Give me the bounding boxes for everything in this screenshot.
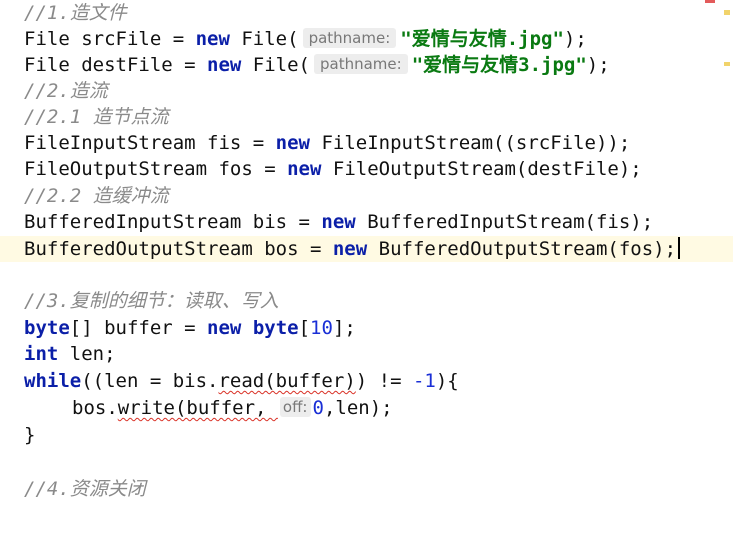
number-literal: -1 — [412, 370, 436, 392]
code-line-6[interactable]: FileInputStream fis = new FileInputStrea… — [0, 130, 733, 156]
comment: //3.复制的细节：读取、写入 — [24, 290, 279, 312]
code-text: ((len = bis. — [81, 370, 219, 392]
code-text: } — [24, 424, 36, 446]
keyword: new — [275, 132, 310, 154]
code-text: FileOutputStream fos = — [24, 158, 288, 180]
keyword: new — [207, 54, 242, 76]
code-line-15[interactable]: while((len = bis.read(buffer)) != -1){ — [0, 368, 733, 394]
code-text: [] buffer = — [69, 317, 208, 339]
code-text: len; — [58, 343, 116, 365]
code-text: ) != — [355, 370, 413, 392]
number-literal: 10 — [310, 317, 333, 339]
code-line-13[interactable]: byte[] buffer = new byte[10]; — [0, 315, 733, 341]
keyword: byte — [24, 317, 70, 339]
keyword: new — [321, 211, 356, 233]
keyword: while — [24, 370, 82, 392]
code-text: ); — [586, 54, 610, 76]
warning-underlined-code[interactable]: write(buffer, — [118, 397, 278, 419]
code-line-4[interactable]: //2.造流 — [0, 78, 733, 104]
keyword: new — [287, 158, 322, 180]
code-text: ,len); — [323, 397, 393, 419]
warning-stripe-marker[interactable] — [724, 10, 730, 15]
parameter-hint: pathname: — [302, 28, 397, 48]
code-line-19[interactable]: //4.资源关闭 — [0, 476, 733, 502]
keyword: new — [207, 317, 242, 339]
code-text: BufferedInputStream(fis); — [355, 211, 654, 233]
code-text: File srcFile = — [24, 28, 196, 50]
code-text: BufferedOutputStream(fos); — [367, 238, 677, 260]
keyword: byte — [252, 317, 299, 339]
code-line-3[interactable]: File destFile = new File(pathname: "爱情与友情… — [0, 52, 733, 78]
code-text: FileInputStream((srcFile)); — [310, 132, 631, 154]
keyword: new — [195, 28, 230, 50]
warning-stripe-marker[interactable] — [724, 62, 730, 66]
parameter-hint: pathname: — [314, 54, 408, 74]
code-text: File destFile = — [24, 54, 208, 76]
code-line-12[interactable]: //3.复制的细节：读取、写入 — [0, 288, 733, 314]
keyword: int — [24, 343, 59, 365]
code-text: ){ — [435, 370, 459, 392]
code-line-8[interactable]: //2.2 造缓冲流 — [0, 183, 733, 209]
code-text: File( — [241, 54, 310, 76]
code-line-9[interactable]: BufferedInputStream bis = new BufferedIn… — [0, 209, 733, 235]
text-cursor — [678, 237, 681, 259]
code-text: FileOutputStream(destFile); — [321, 158, 642, 180]
code-line-17[interactable]: } — [0, 422, 733, 448]
code-text: BufferedOutputStream bos = — [24, 238, 333, 260]
code-line-14[interactable]: int len; — [0, 341, 733, 367]
code-line-7[interactable]: FileOutputStream fos = new FileOutputStr… — [0, 156, 733, 182]
parameter-hint: off: — [279, 397, 311, 417]
string-literal: "爱情与友情3.jpg" — [411, 54, 587, 76]
code-text: File( — [229, 28, 299, 50]
code-line-2[interactable]: File srcFile = new File(pathname: "爱情与友情.… — [0, 26, 733, 52]
comment: //2.2 造缓冲流 — [24, 185, 169, 207]
code-line-16[interactable]: bos.write(buffer, off: 0,len); — [0, 395, 733, 421]
keyword: new — [332, 238, 368, 260]
string-literal: "爱情与友情.jpg" — [400, 28, 564, 50]
comment: //4.资源关闭 — [24, 478, 146, 500]
code-text: bos. — [72, 397, 118, 419]
code-text: ); — [563, 28, 587, 50]
code-text: ]; — [332, 317, 356, 339]
comment: //2.1 造节点流 — [24, 106, 169, 128]
code-line-10-current[interactable]: BufferedOutputStream bos = new BufferedO… — [0, 236, 733, 262]
code-editor[interactable]: //1.造文件 File srcFile = new File(pathname… — [0, 0, 733, 513]
comment: //1.造文件 — [24, 2, 127, 24]
code-text: BufferedInputStream bis = — [24, 211, 322, 233]
error-stripe-marker[interactable] — [705, 0, 715, 3]
comment: //2.造流 — [24, 80, 108, 102]
code-text: FileInputStream fis = — [24, 132, 276, 154]
code-line-1[interactable]: //1.造文件 — [0, 0, 733, 26]
warning-underlined-code[interactable]: read(buffer) — [218, 370, 355, 392]
code-text: [ — [298, 317, 311, 339]
number-literal: 0 — [312, 397, 324, 419]
code-line-5[interactable]: //2.1 造节点流 — [0, 104, 733, 130]
